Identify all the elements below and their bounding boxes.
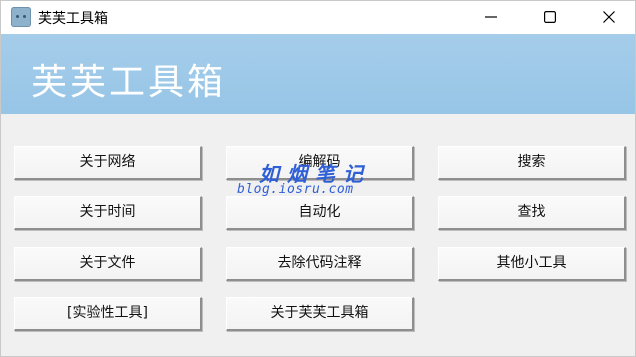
watermark: 如烟笔记 blog.iosru.com	[237, 158, 407, 202]
app-window: 芙芙工具箱 芙芙工具箱 关于网络 编解码 搜索 关于时间 自动化 查找 关于文件…	[0, 0, 636, 357]
maximize-icon	[544, 11, 556, 23]
about-app-button[interactable]: 关于芙芙工具箱	[226, 297, 414, 331]
other-tools-button[interactable]: 其他小工具	[438, 247, 626, 281]
search-button[interactable]: 搜索	[438, 146, 626, 180]
header-banner: 芙芙工具箱	[1, 34, 635, 114]
about-time-button[interactable]: 关于时间	[14, 196, 202, 230]
experimental-tools-button[interactable]: [实验性工具]	[14, 297, 202, 331]
close-icon	[603, 11, 615, 23]
remove-code-comments-button[interactable]: 去除代码注释	[226, 247, 414, 281]
title-bar[interactable]: 芙芙工具箱	[1, 1, 635, 34]
banner-title: 芙芙工具箱	[31, 62, 227, 103]
minimize-icon	[485, 16, 497, 18]
maximize-button[interactable]	[527, 1, 573, 34]
window-title: 芙芙工具箱	[38, 11, 108, 27]
find-button[interactable]: 查找	[438, 196, 626, 230]
close-button[interactable]	[586, 1, 632, 34]
watermark-url: blog.iosru.com	[237, 182, 354, 197]
app-icon	[11, 7, 31, 27]
about-file-button[interactable]: 关于文件	[14, 247, 202, 281]
minimize-button[interactable]	[468, 1, 514, 34]
about-network-button[interactable]: 关于网络	[14, 146, 202, 180]
